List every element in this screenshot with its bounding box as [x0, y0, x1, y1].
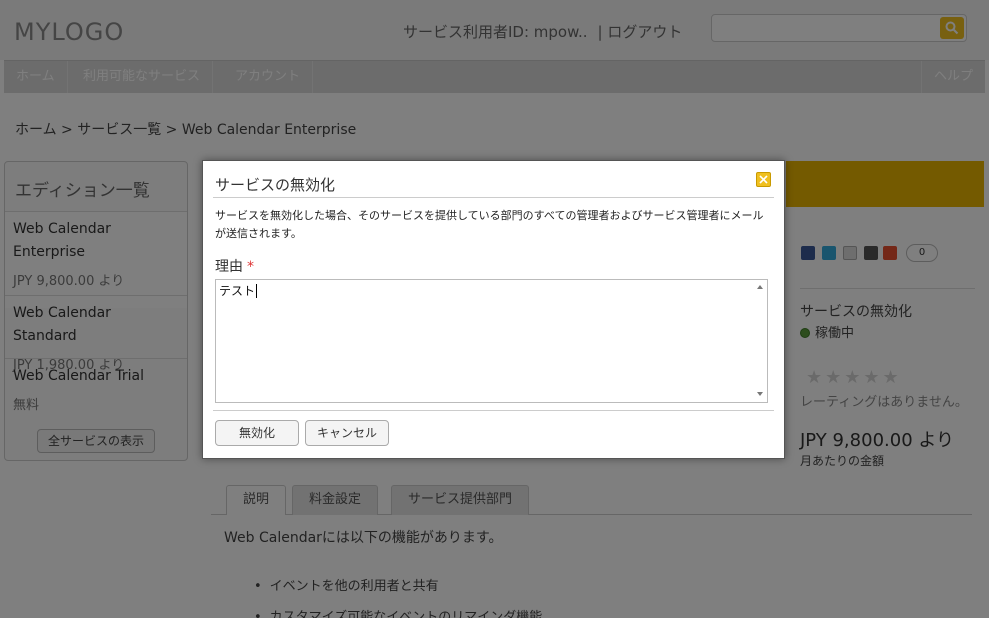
- reason-value: テスト: [219, 284, 256, 298]
- reason-textarea[interactable]: テスト: [215, 279, 768, 403]
- divider: [213, 197, 774, 198]
- disable-service-dialog: サービスの無効化 サービスを無効化した場合、そのサービスを提供している部門のすべ…: [202, 160, 785, 459]
- required-marker: *: [247, 259, 254, 275]
- close-button[interactable]: [756, 172, 771, 187]
- scroll-down-arrow-icon[interactable]: [757, 392, 763, 396]
- scroll-up-arrow-icon[interactable]: [757, 285, 763, 289]
- reason-label-text: 理由: [215, 259, 243, 275]
- dialog-message: サービスを無効化した場合、そのサービスを提供している部門のすべての管理者およびサ…: [215, 209, 764, 240]
- text-caret: [256, 284, 258, 298]
- dialog-title: サービスの無効化: [215, 176, 336, 194]
- disable-button[interactable]: 無効化: [215, 420, 299, 446]
- reason-label: 理由 *: [215, 256, 254, 276]
- close-icon: [759, 175, 768, 184]
- cancel-button[interactable]: キャンセル: [305, 420, 389, 446]
- reason-textarea-value: テスト: [219, 282, 258, 299]
- divider: [213, 410, 774, 411]
